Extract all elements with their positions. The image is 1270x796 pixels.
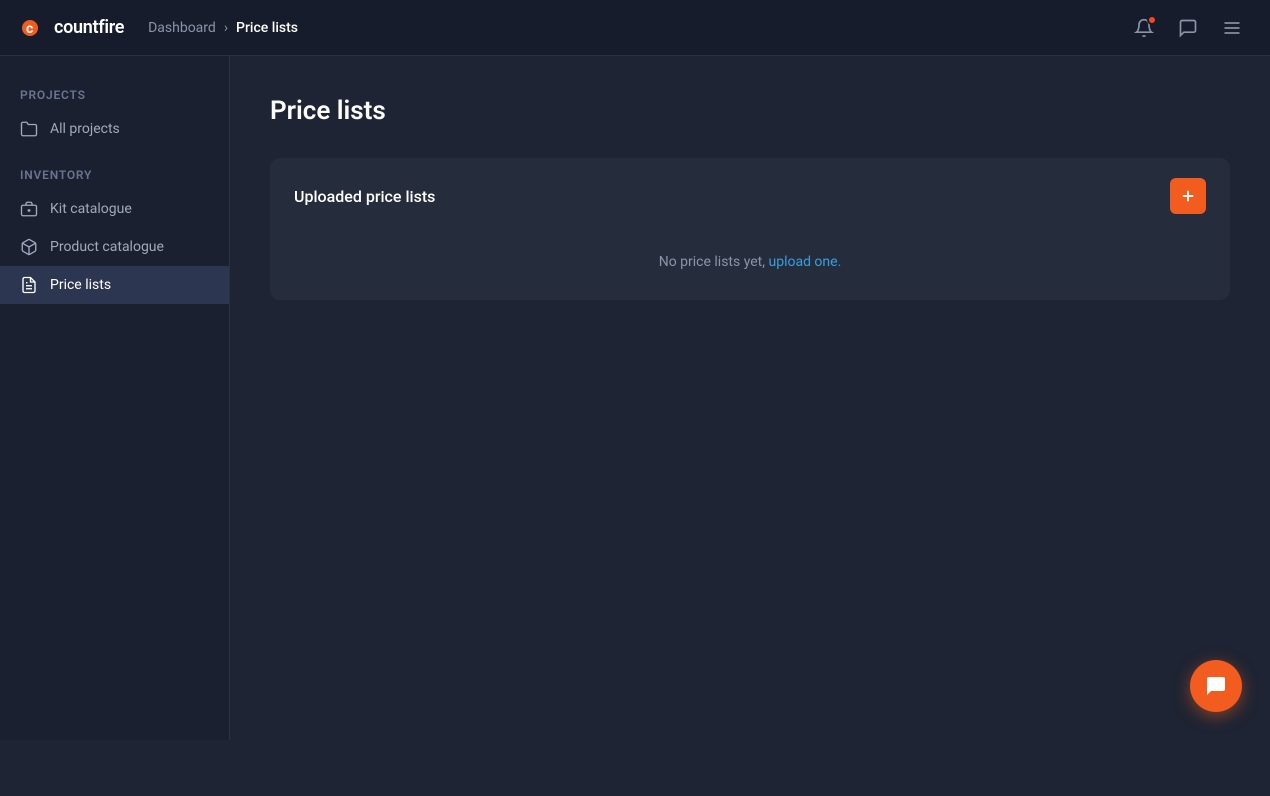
empty-state: No price lists yet, upload one. bbox=[294, 234, 1206, 280]
card-title: Uploaded price lists bbox=[294, 187, 435, 206]
messages-button[interactable] bbox=[1170, 10, 1206, 46]
sidebar-item-product-catalogue[interactable]: Product catalogue bbox=[0, 228, 229, 266]
card-header: Uploaded price lists bbox=[294, 178, 1206, 214]
kit-icon bbox=[20, 200, 38, 218]
message-icon bbox=[1178, 18, 1198, 38]
empty-text: No price lists yet, bbox=[659, 254, 769, 270]
price-lists-label: Price lists bbox=[50, 277, 111, 293]
add-price-list-button[interactable] bbox=[1170, 178, 1206, 214]
notification-badge bbox=[1147, 15, 1157, 25]
price-list-icon bbox=[20, 276, 38, 294]
projects-section-label: Projects bbox=[0, 88, 229, 102]
breadcrumb-parent[interactable]: Dashboard bbox=[148, 20, 216, 36]
logo-text: countfire bbox=[54, 17, 124, 38]
top-navigation: c countfire Dashboard › Price lists bbox=[0, 0, 1270, 56]
upload-link[interactable]: upload one. bbox=[768, 254, 841, 270]
product-catalogue-label: Product catalogue bbox=[50, 239, 164, 255]
folder-icon bbox=[20, 120, 38, 138]
page-title: Price lists bbox=[270, 96, 1230, 126]
all-projects-label: All projects bbox=[50, 121, 120, 137]
inventory-section-label: Inventory bbox=[0, 168, 229, 182]
sidebar: Projects All projects Inventory Kit cata… bbox=[0, 56, 230, 740]
breadcrumb: Dashboard › Price lists bbox=[148, 20, 298, 36]
main-content: Price lists Uploaded price lists No pric… bbox=[230, 56, 1270, 740]
plus-icon bbox=[1179, 187, 1197, 205]
notifications-button[interactable] bbox=[1126, 10, 1162, 46]
sidebar-item-kit-catalogue[interactable]: Kit catalogue bbox=[0, 190, 229, 228]
sidebar-item-price-lists[interactable]: Price lists bbox=[0, 266, 229, 304]
breadcrumb-current: Price lists bbox=[236, 20, 298, 36]
sidebar-item-all-projects[interactable]: All projects bbox=[0, 110, 229, 148]
breadcrumb-separator: › bbox=[224, 20, 228, 36]
uploaded-price-lists-card: Uploaded price lists No price lists yet,… bbox=[270, 158, 1230, 300]
chat-button[interactable] bbox=[1190, 660, 1242, 712]
app-layout: Projects All projects Inventory Kit cata… bbox=[0, 56, 1270, 740]
kit-catalogue-label: Kit catalogue bbox=[50, 201, 132, 217]
box-icon bbox=[20, 238, 38, 256]
logo-icon: c bbox=[20, 14, 48, 42]
nav-right-icons bbox=[1126, 10, 1250, 46]
hamburger-icon bbox=[1222, 18, 1242, 38]
chat-icon bbox=[1204, 674, 1228, 698]
svg-text:c: c bbox=[26, 21, 33, 37]
menu-button[interactable] bbox=[1214, 10, 1250, 46]
logo[interactable]: c countfire bbox=[20, 14, 124, 42]
